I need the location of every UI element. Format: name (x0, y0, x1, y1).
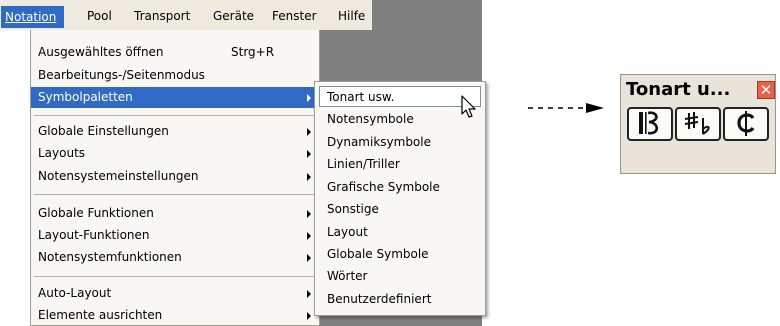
tonart-palette: Tonart u... ✕ (620, 74, 776, 174)
submenu-item-woerter[interactable]: Wörter (319, 266, 481, 287)
menu-item-label: Bearbeitungs-/Seitenmodus (38, 68, 205, 82)
close-icon[interactable]: ✕ (757, 81, 775, 99)
sharp-flat-button[interactable] (675, 107, 721, 141)
submenu-item-linien-triller[interactable]: Linien/Triller (319, 154, 481, 175)
menu-item-auto-layout[interactable]: Auto-Layout (31, 283, 319, 304)
submenu-item-label: Globale Symbole (327, 247, 429, 261)
notation-menu: Ausgewähltes öffnen Strg+R Bearbeitungs-… (30, 30, 320, 326)
submenu-arrow-icon (307, 128, 311, 136)
submenu-item-label: Sonstige (327, 202, 379, 216)
menu-transport[interactable]: Transport (134, 7, 190, 25)
menu-item-label: Notensystemfunktionen (38, 250, 182, 264)
submenu-item-globale-symbole[interactable]: Globale Symbole (319, 244, 481, 265)
clef-icon (639, 111, 659, 135)
submenu-item-label: Wörter (327, 269, 368, 283)
menu-item-bearbeitungsmodus[interactable]: Bearbeitungs-/Seitenmodus (31, 65, 319, 86)
submenu-arrow-icon (307, 312, 311, 320)
menu-item-layout-funktionen[interactable]: Layout-Funktionen (31, 225, 319, 246)
submenu-arrow-icon (307, 173, 311, 181)
submenu-item-label: Dynamiksymbole (327, 135, 431, 149)
submenu-item-tonart[interactable]: Tonart usw. (319, 86, 481, 107)
common-time-button[interactable] (723, 107, 769, 141)
mouse-pointer-icon (461, 95, 476, 118)
submenu-item-label: Grafische Symbole (327, 180, 440, 194)
submenu-arrow-icon (307, 150, 311, 158)
submenu-item-label: Tonart usw. (327, 90, 395, 104)
submenu-item-label: Notensymbole (327, 112, 414, 126)
submenu-item-grafische-symbole[interactable]: Grafische Symbole (319, 177, 481, 198)
menu-item-ausgewaehltes-oeffnen[interactable]: Ausgewähltes öffnen Strg+R (31, 42, 319, 63)
menu-item-globale-funktionen[interactable]: Globale Funktionen (31, 203, 319, 224)
submenu-item-layout[interactable]: Layout (319, 222, 481, 243)
submenu-item-label: Benutzerdefiniert (327, 292, 432, 306)
menu-item-label: Ausgewähltes öffnen (38, 45, 164, 59)
menu-pool[interactable]: Pool (87, 7, 112, 25)
menu-notation[interactable]: Notation (1, 6, 65, 28)
menu-item-symbolpaletten[interactable]: Symbolpaletten (31, 87, 319, 108)
submenu-item-notensymbole[interactable]: Notensymbole (319, 109, 481, 130)
menu-notation-label: Notation (5, 10, 57, 24)
submenu-arrow-icon (307, 254, 311, 262)
shortcut-label: Strg+R (231, 45, 275, 59)
menu-separator (34, 276, 316, 277)
sharp-flat-icon (684, 112, 710, 135)
menu-item-label: Elemente ausrichten (38, 308, 163, 322)
submenu-item-sonstige[interactable]: Sonstige (319, 199, 481, 220)
submenu-arrow-icon (307, 290, 311, 298)
menu-hilfe[interactable]: Hilfe (338, 7, 365, 25)
menu-geraete[interactable]: Geräte (213, 7, 254, 25)
submenu-item-label: Linien/Triller (327, 157, 400, 171)
palette-title: Tonart u... (626, 79, 731, 100)
menu-item-label: Layouts (38, 146, 86, 160)
menu-item-label: Layout-Funktionen (38, 228, 150, 242)
arrow-right-icon (528, 103, 604, 113)
submenu-arrow-icon (307, 94, 311, 102)
submenu-arrow-icon (307, 210, 311, 218)
menu-item-notensystemeinstellungen[interactable]: Notensystemeinstellungen (31, 166, 319, 187)
submenu-item-benutzerdefiniert[interactable]: Benutzerdefiniert (319, 289, 481, 310)
menu-item-notensystemfunktionen[interactable]: Notensystemfunktionen (31, 247, 319, 268)
clef-button[interactable] (627, 107, 673, 141)
common-time-icon (737, 111, 755, 136)
menu-separator (34, 194, 316, 195)
menu-item-label: Globale Einstellungen (38, 124, 169, 138)
menu-item-label: Globale Funktionen (38, 206, 154, 220)
submenu-item-label: Layout (327, 225, 368, 239)
menu-fenster[interactable]: Fenster (272, 7, 317, 25)
menu-item-label: Notensystemeinstellungen (38, 169, 199, 183)
menu-separator (34, 115, 316, 116)
menu-item-label: Auto-Layout (38, 286, 112, 300)
menu-item-globale-einstellungen[interactable]: Globale Einstellungen (31, 121, 319, 142)
menu-bar: Notation Pool Transport Geräte Fenster H… (0, 0, 372, 30)
menu-item-layouts[interactable]: Layouts (31, 143, 319, 164)
menu-item-label: Symbolpaletten (38, 90, 133, 104)
menu-item-elemente-ausrichten[interactable]: Elemente ausrichten (31, 305, 319, 326)
submenu-item-dynamiksymbole[interactable]: Dynamiksymbole (319, 132, 481, 153)
submenu-arrow-icon (307, 232, 311, 240)
